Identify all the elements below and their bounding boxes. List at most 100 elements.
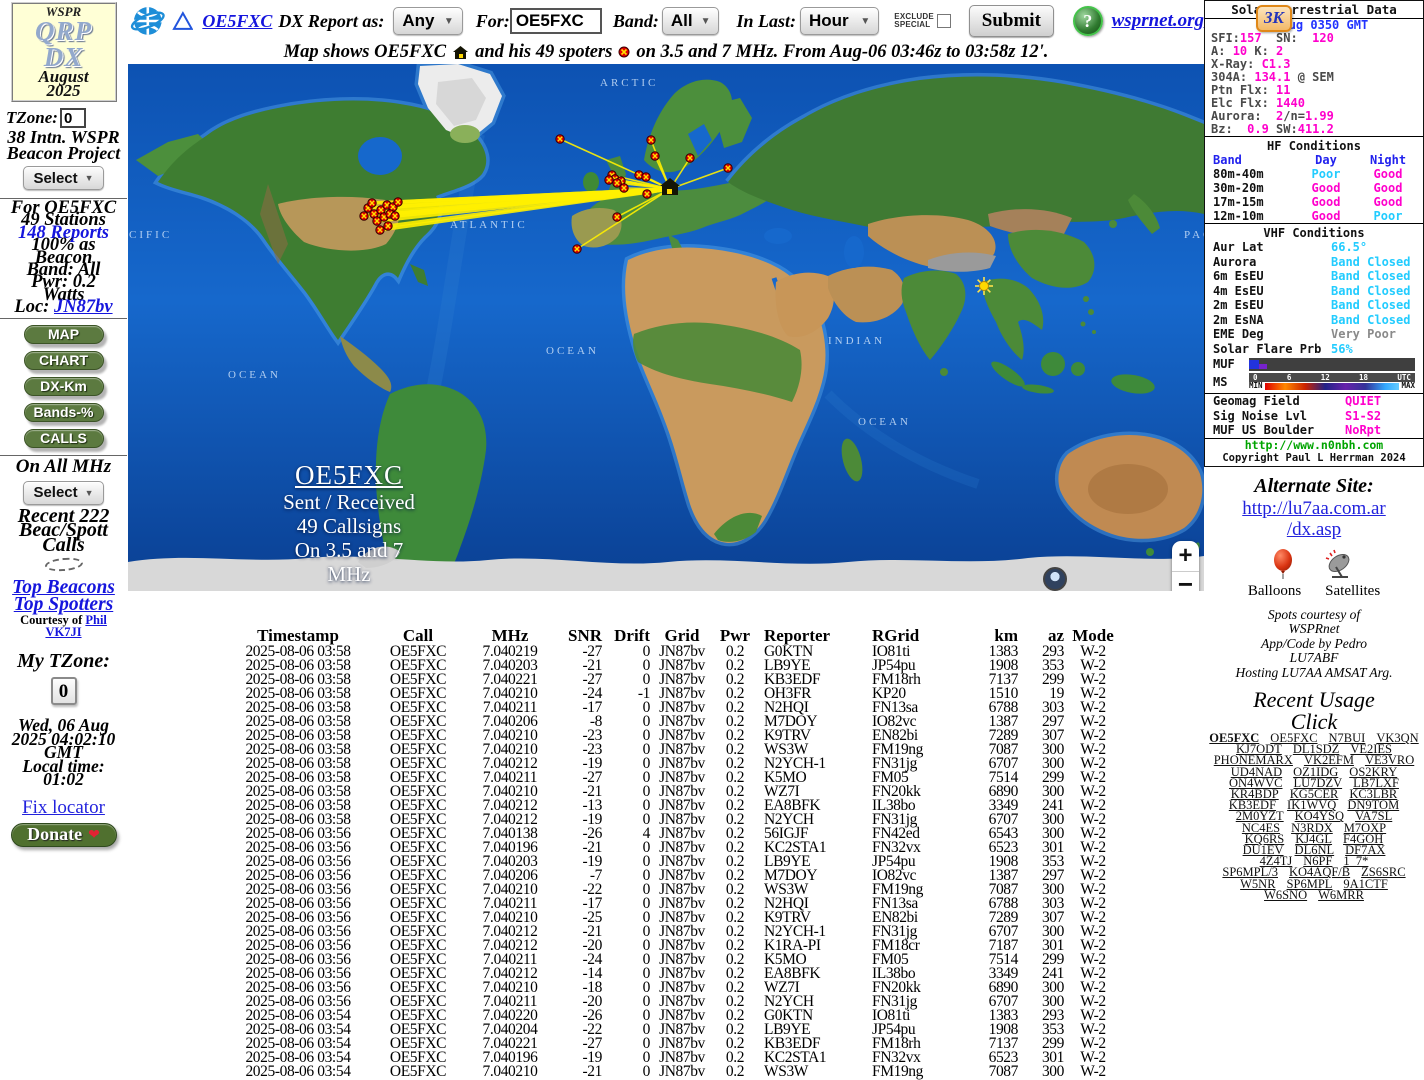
locator-link[interactable]: JN87bv [54, 297, 113, 317]
spotter-marker[interactable] [686, 154, 694, 162]
vhf-value: Band Closed [1331, 269, 1415, 284]
spotter-marker[interactable] [384, 222, 392, 230]
map-title: Map shows OE5FXC and his 49 spoters on 3… [128, 40, 1204, 64]
loading-oval-icon [44, 557, 83, 573]
spotter-marker[interactable] [391, 212, 399, 220]
spotter-marker[interactable] [376, 226, 384, 234]
vhf-label: 2m EsNA [1213, 313, 1331, 328]
vhf-condition-row: 2m EsEU Band Closed [1205, 298, 1423, 313]
spotter-marker[interactable] [360, 212, 368, 220]
hf-band: 80m-40m [1213, 167, 1295, 181]
sun-icon [975, 277, 993, 295]
spotter-marker[interactable] [643, 190, 651, 198]
hf-condition-row: 80m-40m Poor Good [1205, 167, 1423, 181]
spotter-marker[interactable] [605, 176, 613, 184]
zoom-out-button[interactable]: − [1172, 572, 1199, 591]
spotter-marker[interactable] [573, 245, 581, 253]
recent-usage-title: Recent Usage Click [1204, 689, 1424, 733]
view-mode-button[interactable]: Bands-% [24, 403, 104, 422]
ms-scale: 0 6 12 18 UTC MIN MAX [1249, 373, 1415, 390]
donate-button[interactable]: Donate ❤ [11, 823, 117, 847]
submit-button[interactable]: Submit [969, 5, 1054, 37]
recent-usage-link[interactable]: W6MRR [1318, 890, 1364, 901]
exclude-special-checkbox[interactable] [937, 14, 951, 28]
ms-gradient-bar [1265, 383, 1400, 390]
tzone-input[interactable] [60, 108, 86, 128]
report-as-select[interactable]: Any ▼ [393, 7, 462, 35]
map-title-prefix: Map shows OE5FXC [284, 42, 446, 63]
view-mode-button[interactable]: CHART [24, 351, 104, 370]
courtesy-vk7jj-link[interactable]: VK7JI [45, 625, 81, 639]
chevron-down-icon: ▼ [85, 488, 94, 498]
map-attribution-logo [1043, 567, 1067, 591]
map-zoom-control: + − [1172, 541, 1199, 591]
fix-locator-link[interactable]: Fix locator [22, 797, 105, 819]
top-spotters-link[interactable]: Top Spotters [0, 596, 127, 613]
tzone-label: TZone: [6, 108, 58, 128]
cell-mhz: 7.040210 [462, 1065, 558, 1079]
geomag-row: Sig Noise Lvl S1-S2 [1205, 409, 1423, 424]
report-table-wrap: Timestamp Call MHz SNR Drift Grid Pwr Re… [222, 627, 1204, 1079]
spotter-marker[interactable] [620, 184, 628, 192]
recent-usage-row: W6SNO W6MRR [1204, 890, 1424, 901]
project-select[interactable]: Select ▼ [23, 166, 103, 190]
geomag-row: MUF US Boulder NoRpt [1205, 423, 1423, 438]
solar-data-line: Bz: 0.9 SW:411.2 [1205, 123, 1423, 136]
spotter-marker[interactable] [556, 135, 564, 143]
spotter-marker[interactable] [647, 136, 655, 144]
my-tzone-label: My TZone: [0, 650, 127, 673]
zoom-in-button[interactable]: + [1172, 541, 1199, 572]
view-mode-button[interactable]: MAP [24, 325, 104, 344]
mhz-select[interactable]: Select ▼ [23, 481, 103, 505]
triangle-icon[interactable] [172, 11, 194, 31]
view-mode-button[interactable]: DX-Km [24, 377, 104, 396]
cell-snr: -21 [558, 1065, 602, 1079]
tzone-row: TZone: [0, 108, 127, 128]
credit-line: Spots courtesy of [1204, 608, 1424, 623]
left-sidebar: WSPR QRP DX August 2025 TZone: 38 Intn. … [0, 0, 127, 1080]
spotter-marker[interactable] [613, 213, 621, 221]
cell-pwr: 0.2 [714, 1065, 756, 1079]
top-toolbar: OE5FXC DX Report as: Any ▼ For: Band: Al… [128, 0, 1204, 40]
geomag-label: Geomag Field [1213, 394, 1345, 409]
dx-report-as-label: DX Report as: [278, 11, 384, 32]
spotter-marker[interactable] [724, 164, 732, 172]
spotter-marker[interactable] [368, 199, 376, 207]
band-select[interactable]: All ▼ [662, 7, 720, 35]
vhf-label: 4m EsEU [1213, 284, 1331, 299]
spotter-marker[interactable] [642, 173, 650, 181]
alternate-site-label: Alternate Site: [1204, 475, 1424, 498]
muf-bar [1249, 358, 1415, 371]
cell-drift: 0 [602, 1065, 650, 1079]
my-tzone-value[interactable]: 0 [51, 677, 77, 705]
view-buttons: MAP CHART DX-Km Bands-% CALLS [0, 325, 127, 448]
alternate-site-link[interactable]: http://lu7aa.com.ar /dx.asp [1204, 498, 1424, 540]
recent-usage-link[interactable]: W6SNO [1264, 890, 1307, 901]
muf-row: MUF [1205, 356, 1423, 372]
spotter-marker[interactable] [394, 198, 402, 206]
geomag-label: Sig Noise Lvl [1213, 409, 1345, 424]
help-icon[interactable]: ? [1073, 6, 1103, 36]
courtesy-phil-link[interactable]: Phil [85, 613, 107, 627]
divider [0, 318, 127, 319]
wsprnet-link[interactable]: wsprnet.org [1112, 10, 1204, 32]
ms-label: MS [1213, 375, 1243, 389]
credit-line: Hosting LU7AA AMSAT Arg. [1204, 666, 1424, 681]
balloon-icon[interactable] [1272, 549, 1294, 579]
view-mode-button[interactable]: CALLS [24, 429, 104, 448]
3k-button[interactable]: 3K [1256, 5, 1292, 32]
credit-line: App/Code by Pedro [1204, 637, 1424, 652]
world-map[interactable]: ARCTICATLANTICOCEANOCEANINDIANOCEANPACIF… [128, 64, 1204, 591]
cell-rgrid: FM19ng [868, 1065, 960, 1079]
vhf-condition-row: 4m EsEU Band Closed [1205, 284, 1423, 299]
hf-day-condition: Good [1295, 209, 1357, 223]
in-last-select[interactable]: Hour ▼ [800, 7, 879, 35]
alt-link-line1: http://lu7aa.com.ar [1242, 498, 1386, 519]
home-icon [452, 45, 469, 60]
callsign-link[interactable]: OE5FXC [202, 11, 272, 32]
n0nbh-link[interactable]: http://www.n0nbh.com [1205, 439, 1423, 452]
spotter-marker[interactable] [651, 152, 659, 160]
solar-terrestrial-banner[interactable]: Solar-Terrestrial Data 06 Aug 0350 GMT S… [1204, 0, 1424, 467]
for-callsign-input[interactable] [510, 8, 602, 34]
satellite-dish-icon[interactable] [1322, 549, 1356, 579]
